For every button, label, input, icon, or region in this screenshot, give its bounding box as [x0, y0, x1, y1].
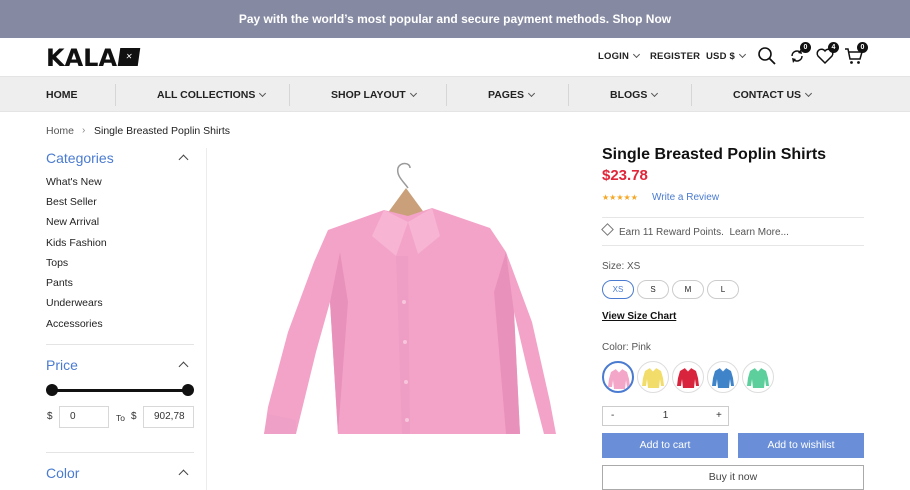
category-item[interactable]: Pants: [46, 277, 73, 289]
sidebar-divider: [46, 344, 194, 345]
nav-label: SHOP LAYOUT: [331, 89, 406, 101]
promo-text[interactable]: Pay with the world’s most popular and se…: [239, 12, 671, 26]
compare-count-badge: 0: [800, 42, 811, 53]
view-size-chart-link[interactable]: View Size Chart: [602, 311, 676, 322]
product-price: $23.78: [602, 167, 648, 184]
chevron-up-icon[interactable]: [178, 154, 189, 165]
category-item[interactable]: Kids Fashion: [46, 237, 107, 249]
nav-all-collections[interactable]: ALL COLLECTIONS: [157, 89, 267, 101]
nav-home[interactable]: HOME: [46, 89, 78, 101]
qty-value[interactable]: 1: [603, 410, 728, 421]
add-to-cart-button[interactable]: Add to cart: [602, 433, 728, 458]
price-max-input[interactable]: 902,78: [143, 406, 194, 428]
currency-symbol: $: [47, 411, 53, 422]
chevron-down-icon: [651, 89, 659, 98]
chevron-down-icon: [805, 89, 813, 98]
size-option-m[interactable]: M: [672, 280, 704, 299]
price-slider-max-handle[interactable]: [182, 384, 194, 396]
size-label: Size: XS: [602, 261, 641, 272]
categories-heading[interactable]: Categories: [46, 150, 114, 166]
diamond-icon: [601, 223, 614, 236]
breadcrumb-current: Single Breasted Poplin Shirts: [94, 125, 230, 137]
category-item[interactable]: Best Seller: [46, 196, 97, 208]
nav-label: ALL COLLECTIONS: [157, 89, 256, 101]
color-swatch-pink[interactable]: [602, 361, 634, 393]
nav-pages[interactable]: PAGES: [488, 89, 536, 101]
sidebar-divider: [46, 452, 194, 453]
details-divider: [602, 217, 864, 218]
price-slider-track[interactable]: [51, 389, 188, 392]
chevron-down-icon: [633, 50, 641, 59]
nav-label: PAGES: [488, 89, 524, 101]
chevron-down-icon: [738, 50, 747, 59]
nav-label: BLOGS: [610, 89, 648, 101]
category-item[interactable]: Underwears: [46, 297, 103, 309]
currency-label: USD $: [706, 51, 735, 62]
cart-icon[interactable]: 0: [844, 42, 868, 66]
compare-icon[interactable]: 0: [787, 42, 811, 66]
logo-text: KALA: [46, 44, 118, 72]
cart-count-badge: 0: [857, 42, 868, 53]
category-item[interactable]: New Arrival: [46, 216, 99, 228]
color-label: Color: Pink: [602, 342, 651, 353]
buy-now-button[interactable]: Buy it now: [602, 465, 864, 490]
product-image[interactable]: [244, 152, 556, 434]
chevron-up-icon[interactable]: [178, 361, 189, 372]
chevron-down-icon: [409, 89, 417, 98]
size-option-s[interactable]: S: [637, 280, 669, 299]
details-divider: [602, 245, 864, 246]
search-icon[interactable]: [757, 46, 777, 66]
reward-points: Earn 11 Reward Points. Learn More...: [601, 223, 789, 238]
color-swatch-red[interactable]: [672, 361, 704, 393]
login-label: LOGIN: [598, 51, 630, 62]
nav-label: CONTACT US: [733, 89, 802, 101]
add-to-wishlist-button[interactable]: Add to wishlist: [738, 433, 864, 458]
product-title: Single Breasted Poplin Shirts: [602, 146, 827, 163]
quantity-stepper[interactable]: - 1 +: [602, 406, 729, 426]
category-item[interactable]: What's New: [46, 176, 102, 188]
price-slider-min-handle[interactable]: [46, 384, 58, 396]
rating-stars[interactable]: ★★★★★: [602, 193, 638, 202]
price-min-input[interactable]: 0: [59, 406, 109, 428]
to-label: To: [116, 413, 125, 423]
size-option-l[interactable]: L: [707, 280, 739, 299]
price-heading[interactable]: Price: [46, 357, 78, 373]
category-item[interactable]: Accessories: [46, 318, 103, 330]
wishlist-count-badge: 4: [828, 42, 839, 53]
reward-text: Earn 11 Reward Points.: [619, 227, 724, 238]
qty-increase-button[interactable]: +: [716, 410, 722, 421]
nav-divider: [289, 84, 290, 106]
sidebar-border: [206, 148, 207, 490]
chevron-down-icon: [259, 89, 267, 98]
currency-symbol: $: [131, 411, 137, 422]
nav-divider: [115, 84, 116, 106]
logo[interactable]: KALA ✕: [46, 44, 141, 72]
site-header: KALA ✕ LOGIN REGISTER USD $ 0 4 0: [0, 38, 910, 76]
breadcrumb-separator: ›: [82, 125, 86, 136]
main-nav: HOME ALL COLLECTIONS SHOP LAYOUT PAGES B…: [0, 76, 910, 112]
login-link[interactable]: LOGIN: [598, 50, 641, 62]
wishlist-icon[interactable]: 4: [815, 42, 839, 66]
breadcrumb-home[interactable]: Home: [46, 125, 74, 137]
nav-contact-us[interactable]: CONTACT US: [733, 89, 813, 101]
write-review-link[interactable]: Write a Review: [652, 192, 719, 203]
color-swatch-blue[interactable]: [707, 361, 739, 393]
nav-shop-layout[interactable]: SHOP LAYOUT: [331, 89, 417, 101]
nav-divider: [446, 84, 447, 106]
promo-bar[interactable]: Pay with the world’s most popular and se…: [0, 0, 910, 38]
nav-divider: [691, 84, 692, 106]
chevron-up-icon[interactable]: [178, 469, 189, 480]
nav-blogs[interactable]: BLOGS: [610, 89, 659, 101]
currency-select[interactable]: USD $: [706, 50, 747, 62]
category-item[interactable]: Tops: [46, 257, 68, 269]
learn-more-link[interactable]: Learn More...: [729, 227, 788, 238]
color-heading[interactable]: Color: [46, 465, 79, 481]
size-option-xs[interactable]: XS: [602, 280, 634, 299]
register-link[interactable]: REGISTER: [650, 51, 700, 62]
color-swatch-yellow[interactable]: [637, 361, 669, 393]
color-swatch-green[interactable]: [742, 361, 774, 393]
nav-divider: [568, 84, 569, 106]
chevron-down-icon: [527, 89, 536, 98]
logo-badge-icon: ✕: [117, 48, 141, 66]
